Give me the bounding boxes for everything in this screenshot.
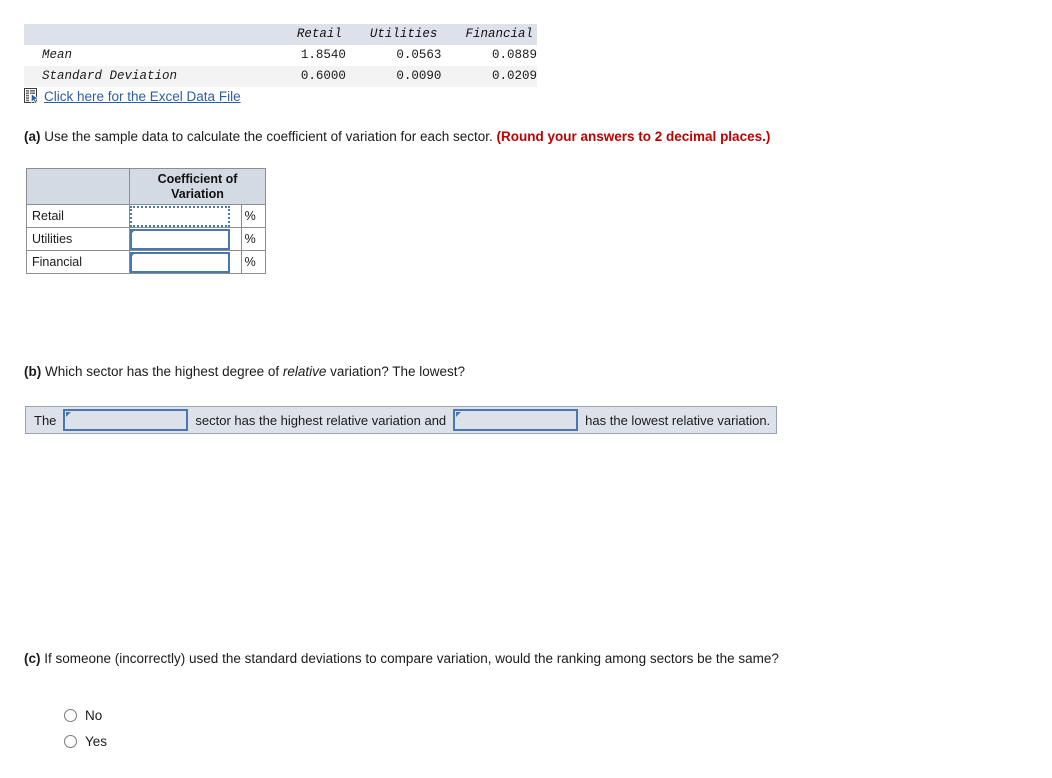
stats-cell-mean-utilities: 0.0563 [396,48,442,62]
summary-statistics-table: Retail Utilities Financial Mean 1.8540 0… [24,24,537,87]
cv-row-label-retail: Retail [26,204,130,228]
excel-link-label[interactable]: Click here for the Excel Data File [41,89,241,104]
sentence-answer-strip-b: The sector has the highest relative vari… [25,406,778,434]
question-c-text: (c) If someone (incorrectly) used the st… [24,650,779,668]
cv-header-corner [26,168,130,205]
question-b-body-after: variation? The lowest? [326,364,466,379]
question-b-italic-word: relative [282,364,327,379]
question-a-marker: (a) [24,129,41,144]
cv-row-label-financial: Financial [26,250,130,274]
stats-cell-stdev-utilities: 0.0090 [396,69,442,83]
sentence-prefix: The [34,412,57,428]
radio-option-no[interactable]: No [64,702,107,728]
stats-header-retail: Retail [296,27,342,41]
stats-cell-stdev-financial: 0.0209 [491,69,537,83]
question-c-radio-group: No Yes [64,702,107,754]
radio-label-yes: Yes [85,733,108,749]
cell-flag-icon [456,412,462,417]
spreadsheet-icon [24,88,40,104]
question-b-body-before: Which sector has the highest degree of [41,364,283,379]
cv-input-financial[interactable] [130,251,230,273]
question-c-marker: (c) [24,651,41,666]
cv-percent-retail: % [240,204,267,228]
cv-header-row: Coefficient of Variation [26,168,266,205]
stats-table-header: Retail Utilities Financial [24,24,537,45]
cell-flag-icon [66,412,72,417]
dropdown-highest-variation[interactable] [63,409,189,431]
excel-data-file-link[interactable]: Click here for the Excel Data File [24,88,241,104]
cv-input-cell-retail [129,204,242,228]
dropdown-lowest-variation[interactable] [453,409,579,431]
radio-option-yes[interactable]: Yes [64,728,107,754]
table-row: Utilities % [26,227,267,251]
stats-cell-mean-retail: 1.8540 [300,48,346,62]
radio-button-icon[interactable] [64,708,77,722]
cv-row-label-utilities: Utilities [26,227,130,251]
radio-button-icon[interactable] [64,734,77,748]
table-row: Financial % [26,250,267,274]
sentence-suffix: has the lowest relative variation. [585,412,771,428]
question-b-text: (b) Which sector has the highest degree … [24,363,465,381]
stats-header-financial: Financial [465,27,533,41]
stats-cell-mean-financial: 0.0889 [491,48,537,62]
stats-header-blank [24,24,252,45]
cv-input-cell-financial [129,250,242,274]
stats-row-label-stdev: Standard Deviation [42,69,178,83]
stats-cell-stdev-retail: 0.6000 [300,69,346,83]
cv-percent-utilities: % [240,227,267,251]
question-a-rounding-note: (Round your answers to 2 decimal places.… [496,129,771,144]
cv-input-retail[interactable] [130,205,230,227]
cv-header-label: Coefficient of Variation [129,168,266,205]
table-row: Retail % [26,204,267,228]
table-row: Mean 1.8540 0.0563 0.0889 [24,45,537,66]
cv-percent-financial: % [240,250,267,274]
cv-table-header: Coefficient of Variation [26,168,266,205]
question-c-body: If someone (incorrectly) used the standa… [40,651,779,666]
cv-input-cell-utilities [129,227,242,251]
cv-input-utilities[interactable] [130,228,230,250]
sentence-middle: sector has the highest relative variatio… [195,412,447,428]
question-a-body: Use the sample data to calculate the coe… [40,129,497,144]
radio-label-no: No [85,707,103,723]
stats-header-utilities: Utilities [369,27,438,41]
question-a-text: (a) Use the sample data to calculate the… [24,128,770,146]
coefficient-of-variation-table: Coefficient of Variation Retail % Utilit… [26,168,267,274]
table-row: Standard Deviation 0.6000 0.0090 0.0209 [24,66,537,87]
stats-row-label-mean: Mean [42,48,73,62]
cv-table-body: Retail % Utilities % Financial % [26,204,267,274]
stats-header-row: Retail Utilities Financial [24,24,537,45]
stats-table-body: Mean 1.8540 0.0563 0.0889 Standard Devia… [24,45,537,87]
question-b-marker: (b) [24,364,42,379]
